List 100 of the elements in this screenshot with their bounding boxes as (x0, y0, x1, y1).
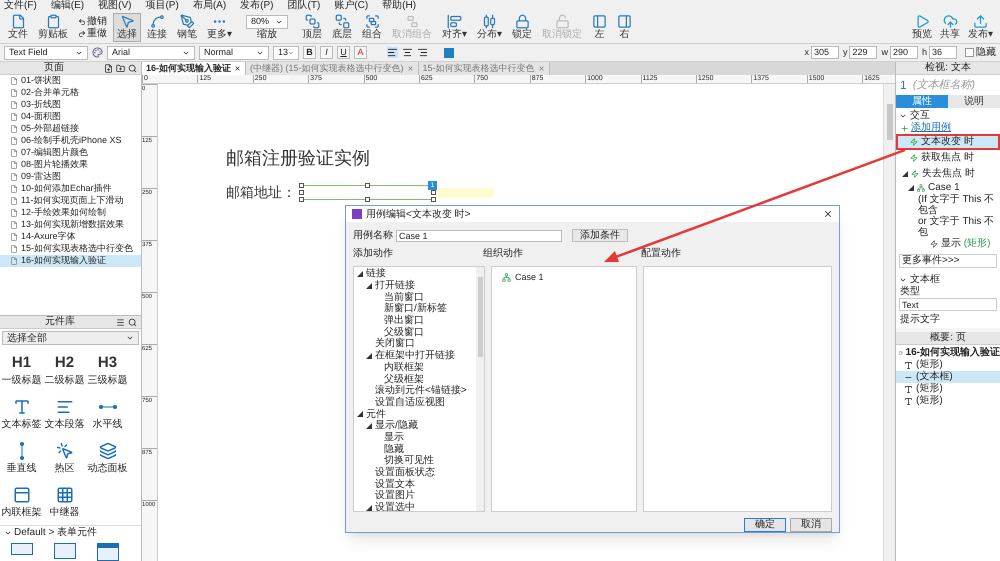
toolbar-button[interactable]: 预览 (909, 14, 935, 41)
redo-button[interactable]: 重做 (78, 28, 107, 40)
widget-tile[interactable]: 内联框架 (0, 479, 43, 523)
add-case-link[interactable]: 添加用例 (911, 122, 951, 134)
inspector-tab[interactable]: 说明 (948, 95, 1000, 108)
page-item[interactable]: 13-如何实现新增数据效果 (0, 219, 141, 231)
format-button[interactable]: A (354, 46, 367, 59)
expanded-triangle-icon[interactable] (366, 504, 372, 511)
menu-item[interactable]: 项目(P) (145, 0, 179, 12)
widget-tile[interactable]: H2 二级标题 (43, 347, 86, 391)
menu-item[interactable]: 布局(A) (192, 0, 226, 12)
event-item[interactable]: 失去焦点 时 (896, 166, 1000, 182)
toolbar-button[interactable]: 选择 (113, 13, 141, 42)
page-item[interactable]: 03-折线图 (0, 99, 141, 111)
toolbar-button[interactable]: 连接 (143, 13, 171, 42)
page-item[interactable]: 04-面积图 (0, 111, 141, 123)
menu-item[interactable]: 团队(T) (288, 0, 320, 12)
page-item[interactable]: 05-外部超链接 (0, 123, 141, 135)
coordinate-field[interactable]: 36 (929, 46, 957, 59)
zoom-dropdown[interactable]: 80% (246, 14, 288, 28)
widget-tile[interactable]: 水平线 (86, 391, 129, 435)
action-tree-item[interactable]: 父级窗口 (384, 326, 424, 338)
toolbar-button[interactable]: 更多▾ (203, 13, 236, 42)
add-folder-icon[interactable] (116, 64, 125, 72)
action-tree-item[interactable]: 设置选中 (375, 502, 415, 511)
action-tree-item[interactable]: 弹出窗口 (384, 315, 424, 326)
toolbar-button[interactable]: 钢笔 (173, 13, 201, 42)
format-button[interactable]: I (320, 46, 333, 59)
widget-tile[interactable]: 热区 (43, 435, 86, 479)
format-button[interactable]: B (303, 46, 316, 59)
action-tree-item[interactable]: 显示/隐藏 (375, 420, 418, 432)
page-item[interactable]: 09-雷达图 (0, 171, 141, 183)
action-tree-item[interactable]: 元件 (366, 408, 386, 420)
action-tree-item[interactable]: 在框架中打开链接 (375, 350, 455, 362)
page-item[interactable]: 02-合并单元格 (0, 87, 141, 99)
outline-item[interactable]: (矩形) (896, 359, 1000, 371)
chevron-down-icon[interactable] (899, 276, 907, 284)
align-left-icon[interactable] (387, 47, 398, 58)
expanded-triangle-icon[interactable] (908, 185, 914, 191)
library-dropdown[interactable]: 选择全部 (2, 331, 139, 345)
event-item[interactable]: 文本改变 时 (896, 134, 1000, 150)
page-item[interactable]: 14-Axure字体 (0, 231, 141, 243)
widget-tile[interactable]: 动态面板 (86, 435, 129, 479)
action-tree-item[interactable]: 设置面板状态 (375, 467, 435, 478)
coordinate-field[interactable]: 290 (890, 46, 918, 59)
toolbar-button[interactable]: 分布▾ (473, 13, 506, 42)
type-dropdown[interactable]: Text (899, 298, 997, 311)
font-dropdown[interactable]: Arial (107, 46, 195, 60)
vertical-scrollbar[interactable] (883, 84, 895, 561)
page-item[interactable]: 10-如何添加Echar插件 (0, 183, 141, 195)
page-item[interactable]: 06-绘制手机壳iPhone XS (0, 135, 141, 147)
menu-item[interactable]: 视图(V) (98, 0, 132, 12)
format-button[interactable]: U (337, 46, 350, 59)
case-name-field[interactable]: Case 1 (396, 230, 562, 242)
action-tree-item[interactable]: 打开链接 (375, 280, 415, 292)
action-tree-item[interactable]: 设置自适应视图 (375, 396, 445, 408)
align-center-icon[interactable] (402, 47, 413, 58)
action-tree-item[interactable]: 关闭窗口 (375, 338, 415, 350)
toolbar-button[interactable]: 发布▾ (965, 14, 996, 41)
toolbar-button[interactable]: 锁定 (508, 13, 536, 42)
toolbar-button[interactable]: 左 (588, 13, 611, 42)
page-item[interactable]: 15-如何实现表格选中行变色 (0, 243, 141, 255)
page-item[interactable]: 07-编辑图片颜色 (0, 147, 141, 159)
toolbar-button[interactable]: 对齐▾ (438, 13, 471, 42)
toolbar-button[interactable]: 剪贴板 (34, 13, 72, 42)
toolbar-button[interactable]: 组合 (358, 13, 386, 42)
toolbar-button[interactable]: 顶层 (298, 13, 326, 42)
action-tree-item[interactable]: 内联框架 (384, 362, 424, 373)
action-tree-item[interactable]: 链接 (366, 268, 386, 280)
coordinate-field[interactable]: 305 (810, 46, 839, 59)
outline-page[interactable]: 16-如何实现输入验证 (906, 347, 1000, 359)
search-icon[interactable] (128, 64, 137, 72)
menu-icon[interactable] (116, 318, 125, 326)
font-style-dropdown[interactable]: Normal (199, 46, 269, 60)
case-item[interactable]: Case 1 (928, 182, 960, 194)
event-item[interactable]: 获取焦点 时 (896, 150, 1000, 166)
chevron-down-icon[interactable] (899, 112, 907, 120)
action-tree-item[interactable]: 新窗口/新标签 (384, 303, 447, 314)
outline-item[interactable]: (矩形) (896, 395, 1000, 407)
outline-item[interactable]: (矩形) (896, 383, 1000, 395)
widget-tile[interactable]: 文本段落 (43, 391, 86, 435)
toolbar-button[interactable]: 共享 (937, 14, 963, 41)
widget-tile[interactable]: 文本标签 (0, 391, 43, 435)
action-tree-item[interactable]: 设置文本 (375, 478, 415, 490)
outline-item[interactable]: (文本框) (896, 371, 1000, 383)
coordinate-field[interactable]: 229 (849, 46, 878, 59)
document-tab[interactable]: 15-如何实现表格选中行变色 (418, 62, 550, 75)
dialog-button[interactable]: 取消 (790, 518, 832, 532)
action-tree-item[interactable]: 切换可见性 (384, 455, 434, 466)
action-tree-item[interactable]: 父级框架 (384, 374, 424, 385)
expanded-triangle-icon[interactable] (357, 411, 363, 418)
action-tree-item[interactable]: 设置图片 (375, 490, 415, 502)
page-item[interactable]: 16-如何实现输入验证 (0, 255, 141, 267)
close-icon[interactable] (234, 65, 242, 72)
page-item[interactable]: 12-手绘效果如何绘制 (0, 207, 141, 219)
expanded-triangle-icon[interactable] (366, 352, 372, 359)
fill-color-swatch[interactable] (444, 48, 454, 58)
page-item[interactable]: 11-如何实现页面上下滑动 (0, 195, 141, 207)
widget-tile[interactable]: H1 一级标题 (0, 347, 43, 391)
resize-handle[interactable] (365, 183, 370, 188)
